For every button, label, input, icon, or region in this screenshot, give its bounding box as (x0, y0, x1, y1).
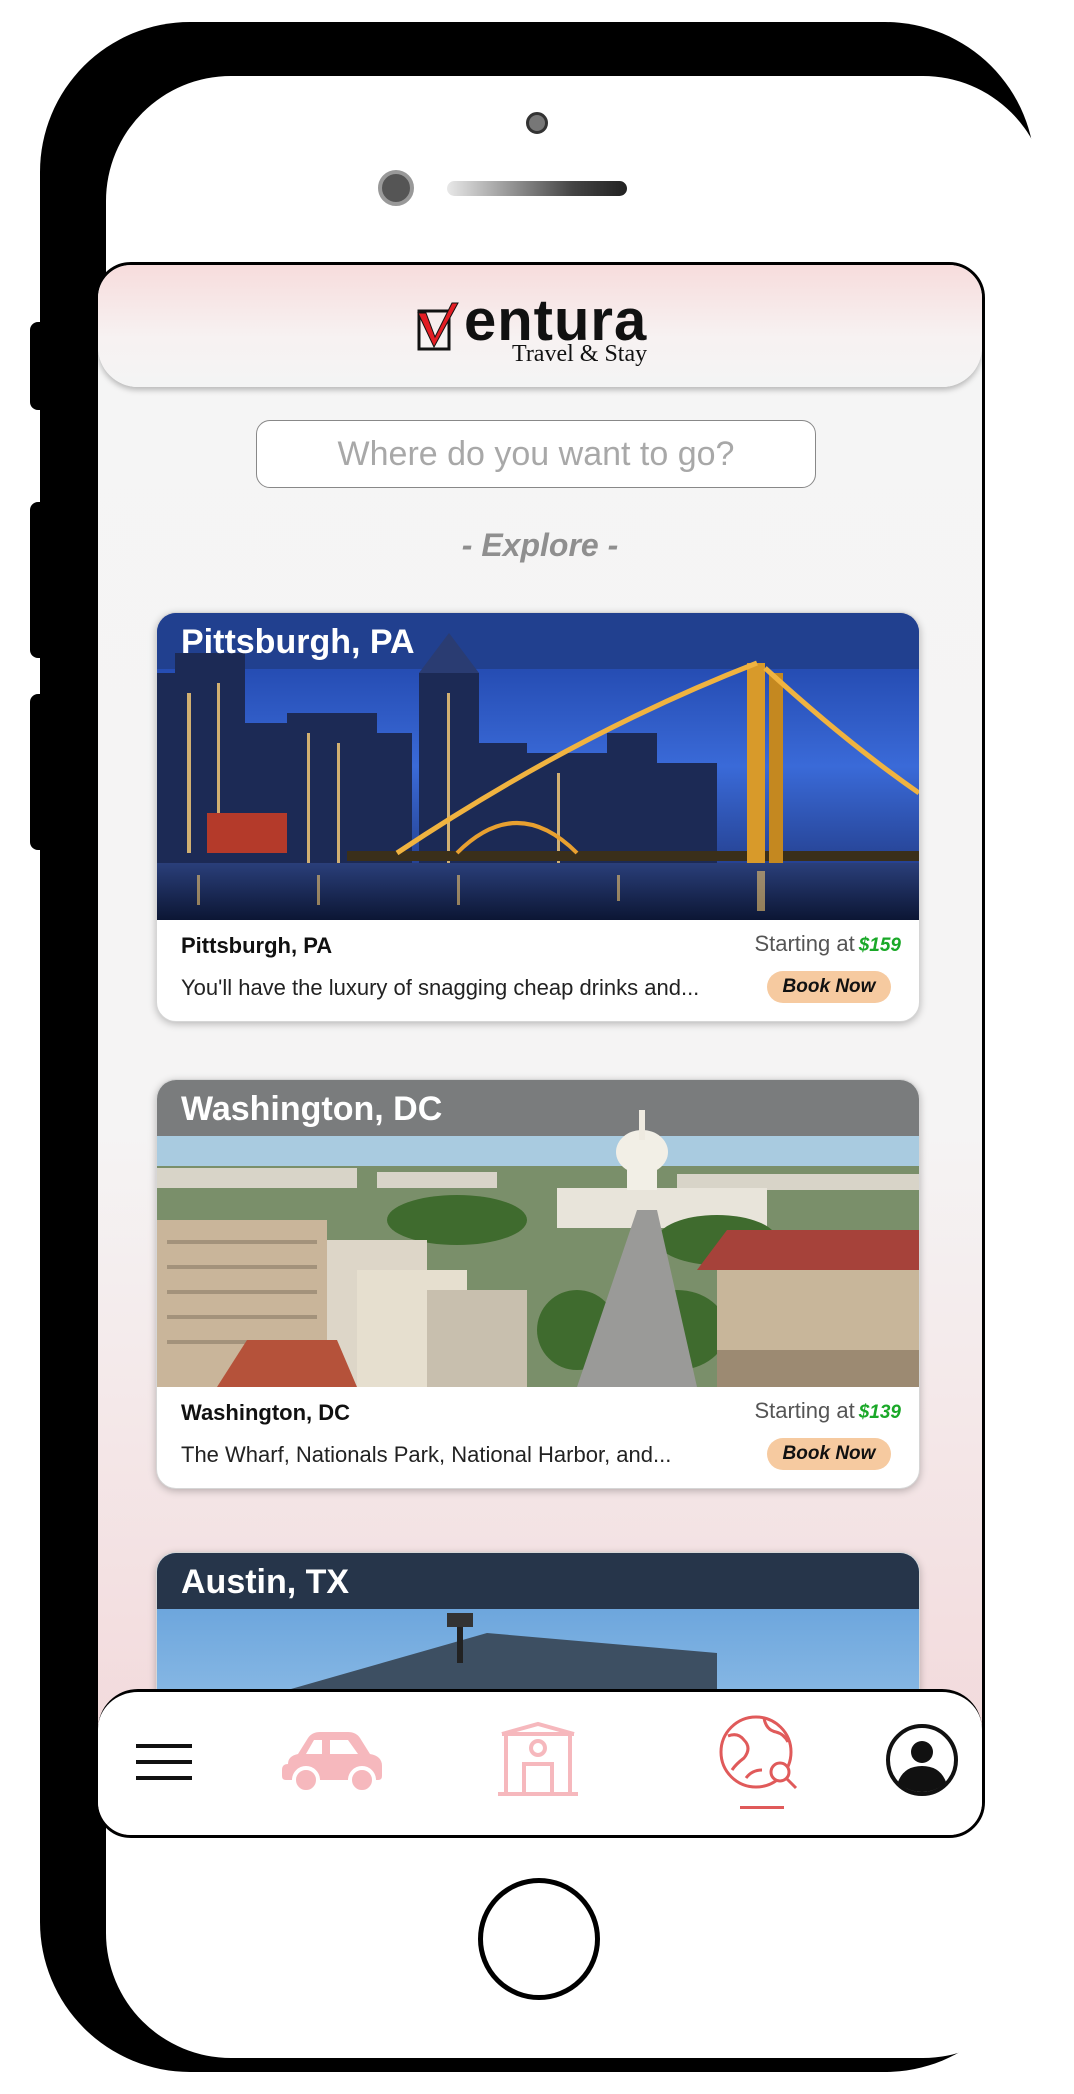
card-price: Starting at $139 (754, 1398, 901, 1424)
card-overlay-title: Austin, TX (181, 1563, 350, 1601)
menu-icon[interactable] (136, 1742, 192, 1782)
volume-down-button (30, 694, 52, 850)
camera-dot (526, 112, 548, 134)
destination-card-pittsburgh[interactable]: Pittsburgh, PA Pittsburgh, PA Starting a… (156, 612, 920, 1022)
card-overlay-title: Pittsburgh, PA (181, 623, 415, 661)
card-description: The Wharf, Nationals Park, National Harb… (181, 1442, 672, 1467)
silent-switch (30, 322, 52, 410)
car-icon[interactable] (278, 1730, 388, 1794)
hotel-icon[interactable] (496, 1720, 580, 1796)
card-overlay-title: Washington, DC (181, 1090, 443, 1128)
card-destination-name: Pittsburgh, PA (181, 933, 333, 958)
bottom-nav (98, 1689, 982, 1835)
logo-tagline: Travel & Stay (512, 341, 648, 367)
volume-up-button (30, 502, 52, 658)
home-button[interactable] (478, 1878, 600, 2000)
price-amount: $139 (858, 1402, 901, 1423)
price-prefix: Starting at (754, 1398, 855, 1423)
book-now-button[interactable]: Book Now (767, 1438, 891, 1470)
price-prefix: Starting at (754, 931, 855, 956)
front-camera (378, 170, 414, 206)
price-amount: $159 (858, 935, 901, 956)
app-header: entura Travel & Stay (98, 265, 982, 387)
card-destination-name: Washington, DC (181, 1400, 351, 1425)
book-now-button[interactable]: Book Now (767, 971, 891, 1003)
active-tab-indicator (740, 1806, 784, 1809)
section-title: - Explore - (461, 527, 619, 563)
search-input[interactable] (256, 420, 816, 488)
card-description: You'll have the luxury of snagging cheap… (181, 975, 700, 1000)
destination-card-washington[interactable]: Washington, DC Washington, DC Starting a… (156, 1079, 920, 1489)
card-price: Starting at $159 (754, 931, 901, 957)
profile-icon[interactable] (884, 1722, 960, 1798)
app-screen: entura Travel & Stay - Explore - (95, 262, 985, 1838)
app-logo[interactable]: entura Travel & Stay (416, 288, 676, 375)
earpiece-speaker (447, 181, 627, 196)
explore-globe-icon[interactable] (718, 1714, 802, 1794)
